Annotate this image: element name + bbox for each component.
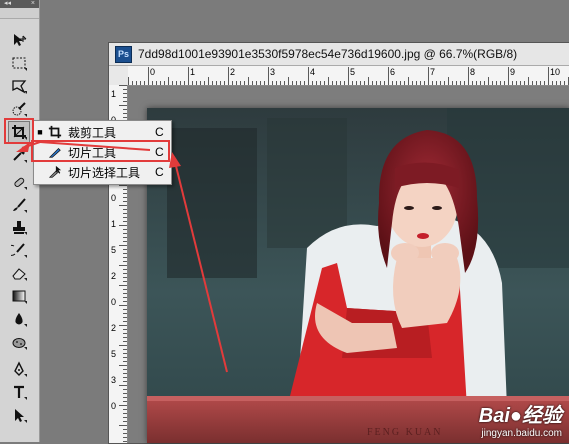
ruler-label: 0	[111, 401, 116, 411]
ruler-label: 8	[470, 67, 475, 77]
ruler-label: 5	[111, 245, 116, 255]
watermark-brand-tail: 经验	[522, 405, 562, 427]
ruler-label: 4	[310, 67, 315, 77]
slice-tool-highlight	[31, 140, 170, 162]
slice-select-icon	[46, 165, 64, 179]
dodge-tool[interactable]	[9, 332, 29, 352]
tools-panel-header: ◂◂ ×	[0, 0, 39, 8]
ruler-label: 5	[111, 349, 116, 359]
lasso-tool[interactable]	[9, 76, 29, 96]
document-window: Ps 7dd98d1001e93901e3530f5978ec54e736d19…	[108, 42, 569, 444]
ruler-label: 1	[190, 67, 195, 77]
ruler-label: 2	[111, 323, 116, 333]
eyedropper-tool[interactable]	[9, 145, 29, 165]
photo: FENG KUAN	[147, 108, 569, 443]
panel-grip[interactable]	[0, 8, 39, 19]
ruler-label: 0	[150, 67, 155, 77]
move-icon	[14, 34, 27, 46]
move-tool[interactable]	[9, 30, 29, 50]
crop-icon	[46, 125, 64, 139]
brush-tool[interactable]	[9, 195, 29, 215]
photoshop-icon: Ps	[115, 45, 132, 63]
document-tab[interactable]: Ps 7dd98d1001e93901e3530f5978ec54e736d19…	[109, 43, 569, 66]
photo-caption: FENG KUAN	[367, 427, 443, 438]
crop-tool-highlight	[4, 118, 34, 144]
flyout-item-crop[interactable]: ■ 裁剪工具 C	[34, 122, 171, 142]
horizontal-ruler-ticks: 0 1 2 3 4 5 6 7 8 9 10	[128, 67, 569, 85]
flyout-item-slice-select[interactable]: 切片选择工具 C	[34, 162, 171, 182]
pen-tool[interactable]	[9, 359, 29, 379]
quick-select-tool[interactable]	[9, 99, 29, 119]
ruler-label: 2	[111, 271, 116, 281]
ruler-label: 3	[270, 67, 275, 77]
clone-stamp-tool[interactable]	[9, 217, 29, 237]
marquee-tool[interactable]	[9, 53, 29, 73]
collapse-icon[interactable]: ◂◂	[4, 0, 11, 8]
healing-brush-tool[interactable]	[9, 172, 29, 192]
selected-bullet-icon: ■	[37, 127, 43, 137]
image-canvas[interactable]: FENG KUAN Bai●经验 jingyan.baidu.com	[147, 108, 569, 443]
ruler-label: 9	[510, 67, 515, 77]
ruler-label: 10	[550, 67, 560, 77]
ruler-label: 6	[390, 67, 395, 77]
baidu-watermark: Bai●经验 jingyan.baidu.com	[479, 399, 562, 439]
ruler-label: 7	[430, 67, 435, 77]
watermark-brand: Bai	[478, 405, 510, 427]
watermark-url: jingyan.baidu.com	[481, 428, 562, 439]
tools-panel: ◂◂ ×	[0, 0, 40, 442]
document-title: 7dd98d1001e93901e3530f5978ec54e736d19600…	[138, 47, 518, 61]
ruler-label: 0	[111, 193, 116, 203]
flyout-item-label: 切片选择工具	[68, 165, 141, 180]
ruler-label: 1	[111, 219, 116, 229]
ruler-label: 2	[230, 67, 235, 77]
type-tool[interactable]	[9, 382, 29, 402]
horizontal-ruler[interactable]: 0 1 2 3 4 5 6 7 8 9 10	[128, 66, 569, 86]
ruler-label: 0	[111, 297, 116, 307]
path-select-tool[interactable]	[9, 405, 29, 425]
ruler-label: 5	[350, 67, 355, 77]
blur-tool[interactable]	[9, 309, 29, 329]
eraser-tool[interactable]	[9, 263, 29, 283]
flyout-item-shortcut: C	[155, 125, 164, 139]
history-brush-tool[interactable]	[9, 240, 29, 260]
flyout-item-shortcut: C	[155, 165, 164, 179]
ruler-label: 3	[111, 375, 116, 385]
ruler-origin[interactable]	[109, 66, 129, 86]
close-icon[interactable]: ×	[31, 0, 35, 8]
flyout-item-label: 裁剪工具	[68, 125, 117, 140]
paw-icon: ●	[509, 405, 522, 427]
gradient-tool[interactable]	[9, 286, 29, 306]
ruler-label: 1	[111, 89, 116, 99]
